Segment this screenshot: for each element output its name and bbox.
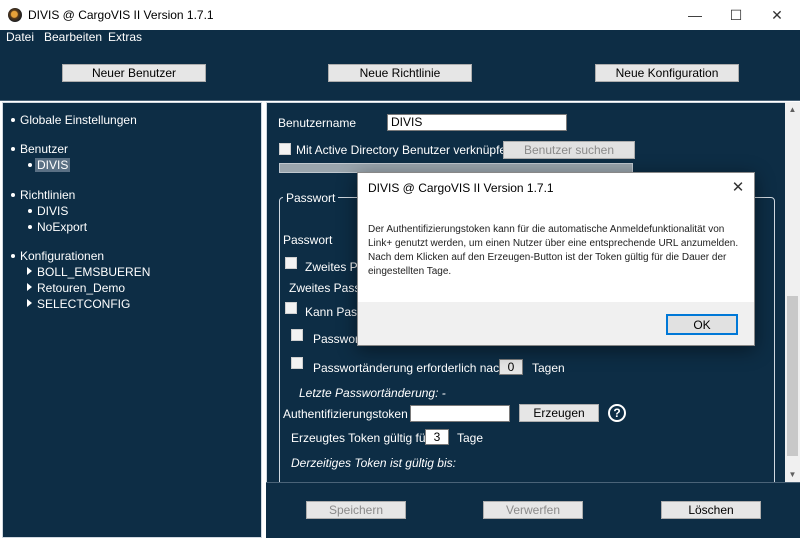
- password-label: Passwort: [283, 233, 333, 247]
- days-label: Tagen: [532, 361, 565, 375]
- title-bar: DIVIS @ CargoVIS II Version 1.7.1 — ☐ ✕: [0, 0, 800, 30]
- auth-token-label: Authentifizierungstoken: [283, 407, 408, 421]
- maximize-button[interactable]: ☐: [713, 0, 759, 30]
- tree-item-user-divis[interactable]: DIVIS: [35, 158, 71, 172]
- info-dialog: DIVIS @ CargoVIS II Version 1.7.1 ✕ Der …: [357, 172, 755, 346]
- new-config-button[interactable]: Neue Konfiguration: [595, 64, 739, 82]
- app-logo-icon: [8, 8, 22, 22]
- username-input[interactable]: DIVIS: [387, 114, 567, 131]
- bullet-icon: [11, 147, 15, 151]
- save-button[interactable]: Speichern: [306, 501, 406, 519]
- tree-item-users[interactable]: Benutzer: [20, 142, 68, 156]
- scroll-up-icon[interactable]: ▲: [785, 102, 800, 117]
- scroll-down-icon[interactable]: ▼: [785, 467, 800, 482]
- bullet-icon: [11, 193, 15, 197]
- tree-item-config-retouren[interactable]: Retouren_Demo: [37, 281, 125, 295]
- token-valid-for-label: Erzeugtes Token gültig für:: [291, 431, 433, 445]
- ad-link-label: Mit Active Directory Benutzer verknüpfen: [296, 143, 513, 157]
- action-bar: Speichern Verwerfen Löschen: [266, 482, 800, 538]
- window-title: DIVIS @ CargoVIS II Version 1.7.1: [28, 8, 214, 22]
- second-password-checkbox[interactable]: [285, 257, 297, 269]
- tree-item-configs[interactable]: Konfigurationen: [20, 249, 104, 263]
- menu-bearbeiten[interactable]: Bearbeiten: [44, 30, 102, 46]
- token-days-input[interactable]: 3: [425, 429, 449, 445]
- bullet-icon: [28, 225, 32, 229]
- navigation-tree: Globale Einstellungen Benutzer DIVIS Ric…: [2, 102, 262, 538]
- close-window-button[interactable]: ✕: [754, 0, 800, 30]
- tree-item-config-boll[interactable]: BOLL_EMSBUEREN: [37, 265, 150, 279]
- expand-arrow-icon[interactable]: [27, 283, 32, 291]
- new-user-button[interactable]: Neuer Benutzer: [62, 64, 206, 82]
- password-change-checkbox[interactable]: [291, 357, 303, 369]
- search-user-button[interactable]: Benutzer suchen: [503, 141, 635, 159]
- token-valid-until-label: Derzeitiges Token ist gültig bis:: [291, 456, 456, 470]
- password-change-label: Passwortänderung erforderlich nach:: [313, 361, 510, 375]
- auth-token-input[interactable]: [410, 405, 510, 422]
- dialog-footer: OK: [358, 302, 754, 345]
- expand-arrow-icon[interactable]: [27, 267, 32, 275]
- tree-item-policy-noexport[interactable]: NoExport: [37, 220, 87, 234]
- second-password-check-label: Zweites Pa: [305, 260, 365, 274]
- discard-button[interactable]: Verwerfen: [483, 501, 583, 519]
- vertical-scrollbar[interactable]: ▲ ▼: [785, 102, 800, 482]
- token-days-label: Tage: [457, 431, 484, 445]
- menu-extras[interactable]: Extras: [108, 30, 142, 46]
- minimize-button[interactable]: —: [672, 0, 718, 30]
- bullet-icon: [28, 209, 32, 213]
- ok-button[interactable]: OK: [666, 314, 738, 335]
- can-password-checkbox[interactable]: [285, 302, 297, 314]
- bullet-icon: [11, 118, 15, 122]
- password-change-days-input[interactable]: 0: [499, 359, 523, 375]
- tree-item-policy-divis[interactable]: DIVIS: [37, 204, 68, 218]
- last-password-change: Letzte Passwortänderung: -: [299, 386, 446, 400]
- tree-item-policies[interactable]: Richtlinien: [20, 188, 75, 202]
- username-label: Benutzername: [278, 116, 357, 130]
- delete-button[interactable]: Löschen: [661, 501, 761, 519]
- new-policy-button[interactable]: Neue Richtlinie: [328, 64, 472, 82]
- dialog-message: Der Authentifizierungstoken kann für die…: [368, 224, 739, 277]
- menu-datei[interactable]: Datei: [6, 30, 34, 46]
- ad-link-checkbox[interactable]: [279, 143, 291, 155]
- tree-item-config-select[interactable]: SELECTCONFIG: [37, 297, 130, 311]
- generate-token-button[interactable]: Erzeugen: [519, 404, 599, 422]
- help-icon[interactable]: ?: [608, 404, 626, 422]
- toolbar: Neuer Benutzer Neue Richtlinie Neue Konf…: [0, 46, 800, 98]
- toolbar-divider: [0, 98, 800, 101]
- menu-bar: Datei Bearbeiten Extras: [0, 30, 800, 46]
- scroll-thumb[interactable]: [787, 296, 798, 456]
- dialog-title: DIVIS @ CargoVIS II Version 1.7.1: [368, 181, 554, 195]
- bullet-icon: [28, 163, 32, 167]
- tree-item-global-settings[interactable]: Globale Einstellungen: [20, 113, 137, 127]
- bullet-icon: [11, 254, 15, 258]
- dialog-close-icon[interactable]: ✕: [728, 177, 748, 197]
- expand-arrow-icon[interactable]: [27, 299, 32, 307]
- password-sub-checkbox[interactable]: [291, 329, 303, 341]
- password-group-title: Passwort: [283, 191, 339, 205]
